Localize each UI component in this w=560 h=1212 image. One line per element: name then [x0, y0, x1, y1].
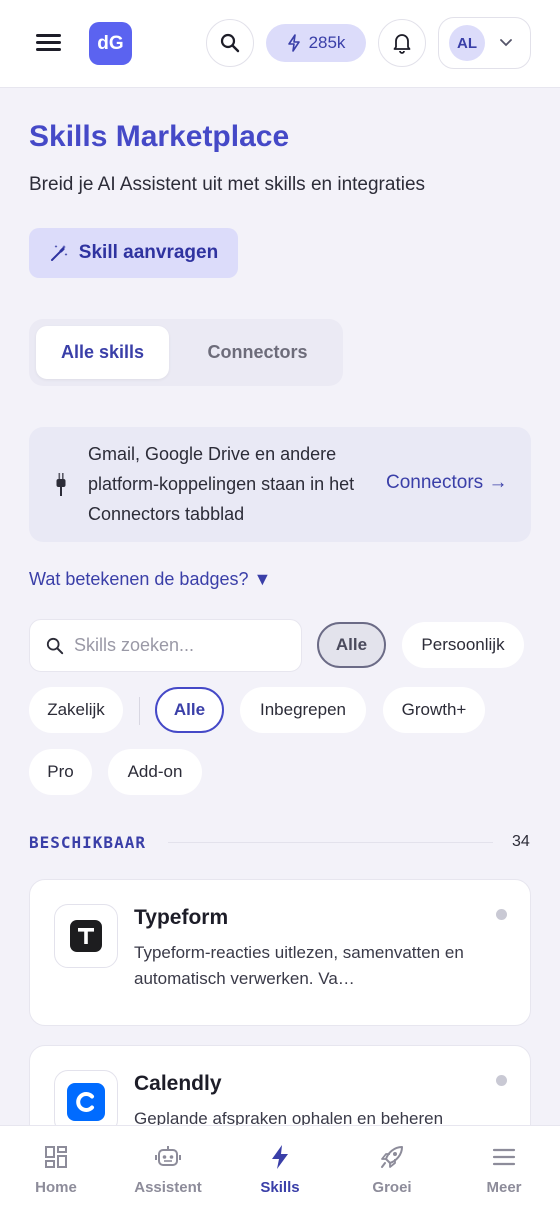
status-dot: [496, 1075, 507, 1086]
request-skill-button[interactable]: Skill aanvragen: [29, 228, 238, 278]
search-button[interactable]: [206, 19, 254, 67]
status-dot: [496, 909, 507, 920]
nav-meer[interactable]: Meer: [448, 1126, 560, 1212]
nav-skills[interactable]: Skills: [224, 1126, 336, 1212]
rocket-icon: [381, 1146, 403, 1168]
top-header: dG 285k AL: [0, 0, 560, 88]
robot-icon: [155, 1146, 181, 1166]
magic-wand-icon: [50, 245, 68, 261]
bottom-navigation: Home Assistent Skills Groei Meer: [0, 1125, 560, 1212]
app-logo[interactable]: dG: [89, 22, 132, 65]
skill-name: Typeform: [134, 906, 229, 929]
tab-connectors[interactable]: Connectors: [179, 326, 336, 379]
bell-icon: [393, 34, 411, 54]
search-icon: [220, 33, 240, 53]
nav-label: Assistent: [134, 1179, 202, 1196]
filter-tier-pro[interactable]: Pro: [29, 749, 92, 795]
skill-description: Typeform-reacties uitlezen, samenvatten …: [134, 943, 464, 988]
skills-search-field[interactable]: [29, 619, 302, 672]
filter-divider: [139, 697, 140, 725]
typeform-icon: [54, 904, 118, 968]
skills-search-input[interactable]: [74, 635, 274, 656]
skill-name: Calendly: [134, 1072, 222, 1095]
avatar: AL: [449, 25, 485, 61]
lightning-icon: [272, 1145, 288, 1169]
hamburger-menu-icon[interactable]: [36, 30, 64, 56]
nav-assistent[interactable]: Assistent: [112, 1126, 224, 1212]
filter-tier-addon[interactable]: Add-on: [108, 749, 202, 795]
section-divider: [168, 842, 493, 843]
chevron-down-icon: [500, 39, 512, 47]
notifications-button[interactable]: [378, 19, 426, 67]
filter-tier-alle[interactable]: Alle: [155, 687, 224, 733]
tab-all-skills[interactable]: Alle skills: [36, 326, 169, 379]
filter-scope-persoonlijk[interactable]: Persoonlijk: [402, 622, 524, 668]
nav-groei[interactable]: Groei: [336, 1126, 448, 1212]
filter-tier-growth[interactable]: Growth+: [383, 687, 485, 733]
nav-label: Home: [35, 1179, 77, 1196]
nav-home[interactable]: Home: [0, 1126, 112, 1212]
credits-button[interactable]: 285k: [266, 24, 366, 62]
skills-tabs: Alle skills Connectors: [29, 319, 343, 386]
search-icon: [46, 637, 64, 654]
lightning-icon: [287, 34, 300, 52]
filter-scope-zakelijk[interactable]: Zakelijk: [29, 687, 123, 733]
account-menu-button[interactable]: AL: [438, 17, 531, 69]
nav-label: Meer: [486, 1179, 522, 1196]
nav-label: Skills: [260, 1179, 300, 1196]
menu-icon: [492, 1148, 516, 1166]
credits-count: 285k: [308, 33, 346, 52]
skill-card-typeform[interactable]: Typeform Typeform-reacties uitlezen, sam…: [29, 879, 531, 1026]
request-skill-label: Skill aanvragen: [78, 242, 219, 263]
section-count: 34: [512, 833, 530, 850]
info-text: Gmail, Google Drive en andere platform-k…: [88, 444, 355, 524]
connectors-link[interactable]: Connectors →: [386, 472, 507, 494]
home-grid-icon: [45, 1146, 67, 1168]
filter-tier-inbegrepen[interactable]: Inbegrepen: [240, 687, 366, 733]
badges-explainer-toggle[interactable]: Wat betekenen de badges? ▼: [29, 569, 271, 590]
section-label: BESCHIKBAAR: [29, 833, 146, 852]
nav-label: Groei: [372, 1179, 412, 1196]
filter-scope-alle[interactable]: Alle: [317, 622, 386, 668]
plug-icon: [56, 473, 66, 496]
page-subtitle: Breid je AI Assistent uit met skills en …: [29, 174, 426, 195]
page-title: Skills Marketplace: [29, 120, 290, 153]
connectors-info-box: Gmail, Google Drive en andere platform-k…: [29, 427, 531, 542]
